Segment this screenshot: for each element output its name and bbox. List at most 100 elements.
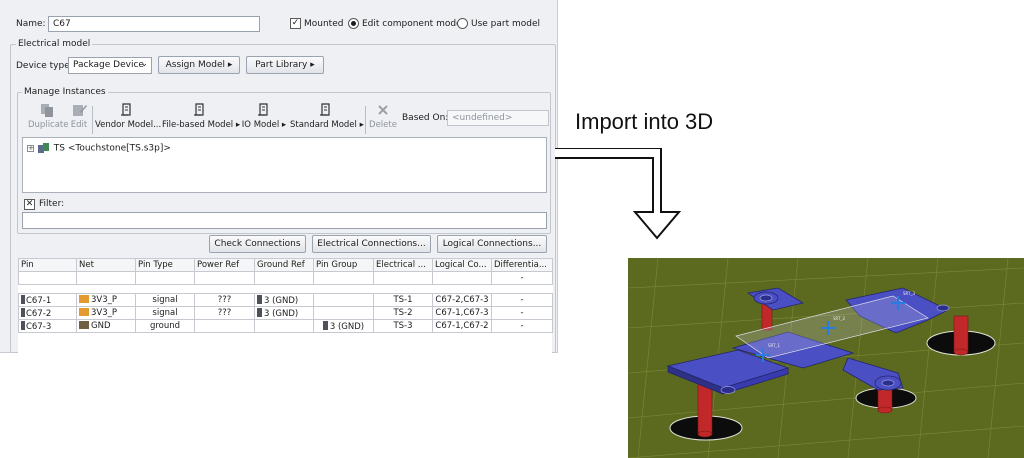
- table-row[interactable]: C67-2 3V3_P signal??? 3 (GND) TS-2 C67-1,C67-…: [18, 306, 553, 320]
- device-type-select[interactable]: Package Device ⌄: [68, 57, 152, 74]
- table-cell: C67-1,C67-3: [432, 306, 492, 320]
- table-cell: ground: [135, 319, 195, 333]
- cell-text: signal: [152, 295, 178, 305]
- cell-text: C67-3: [26, 321, 52, 332]
- filter-cell[interactable]: [313, 271, 374, 285]
- cell-text: 3 (GND): [329, 321, 365, 332]
- tree-item-ts[interactable]: + TS <Touchstone[TS.s3p]>: [27, 142, 171, 154]
- file-based-model-button[interactable]: File-based Model ▸: [162, 103, 241, 130]
- edit-icon: [73, 105, 87, 116]
- filter-cell[interactable]: [373, 271, 433, 285]
- model-file-icon: [320, 103, 330, 116]
- table-cell: ???: [194, 293, 255, 307]
- cell-text: ground: [149, 321, 181, 331]
- name-field[interactable]: C67: [48, 16, 260, 32]
- instance-tree: + TS <Touchstone[TS.s3p]>: [22, 137, 547, 193]
- table-cell: 3V3_P: [76, 293, 136, 307]
- filter-cell[interactable]: [76, 271, 136, 285]
- reference-pin-icon: [257, 307, 262, 317]
- expand-plus-icon[interactable]: +: [27, 144, 34, 152]
- filter-cell[interactable]: [135, 271, 195, 285]
- table-cell: signal: [135, 306, 195, 320]
- table-row[interactable]: C67-3 GND ground 3 (GND) TS-3 C67-1,C67-2 -: [18, 319, 553, 333]
- cell-text: C67-1: [26, 295, 52, 306]
- table-cell: -: [491, 306, 553, 320]
- check-connections-button[interactable]: Check Connections: [209, 235, 306, 253]
- edit-component-model-radio[interactable]: [348, 18, 359, 29]
- cell-text: ???: [217, 295, 232, 305]
- table-header-cell[interactable]: Pin Group: [313, 258, 374, 272]
- table-cell: TS-3: [373, 319, 433, 333]
- table-cell: C67-2: [18, 306, 77, 320]
- import-annotation: Import into 3D: [575, 109, 714, 134]
- vendor-model-button[interactable]: Vendor Model...: [95, 103, 161, 130]
- table-header-cell[interactable]: Electrical ...: [373, 258, 433, 272]
- net-icon: [79, 308, 89, 316]
- net-icon: [79, 295, 89, 303]
- filter-label: Filter:: [39, 199, 65, 209]
- filter-cell[interactable]: [254, 271, 314, 285]
- filter-cell[interactable]: [432, 271, 492, 285]
- name-label: Name:: [16, 19, 46, 29]
- reference-pin-icon: [257, 294, 262, 304]
- cell-text: C67-1,C67-3: [435, 308, 489, 318]
- delete-label: Delete: [369, 120, 397, 130]
- table-spacer-row: [18, 284, 553, 294]
- table-header-cell[interactable]: Logical Co...: [432, 258, 492, 272]
- assign-model-button[interactable]: Assign Model ▸: [158, 56, 240, 74]
- chevron-down-icon: ⌄: [140, 59, 148, 69]
- table-header-cell[interactable]: Pin: [18, 258, 77, 272]
- table-header-cell[interactable]: Pin Type: [135, 258, 195, 272]
- table-row[interactable]: C67-1 3V3_P signal??? 3 (GND) TS-1 C67-2,C67-…: [18, 293, 553, 307]
- table-header-cell[interactable]: Net: [76, 258, 136, 272]
- table-header-cell[interactable]: Ground Ref: [254, 258, 314, 272]
- cell-text: -: [520, 295, 524, 305]
- edit-button[interactable]: Edit: [68, 103, 90, 130]
- standard-model-button[interactable]: Standard Model ▸: [290, 103, 364, 130]
- delete-button[interactable]: Delete: [368, 103, 398, 130]
- net-icon: [79, 321, 89, 329]
- based-on-label: Based On:: [402, 113, 449, 123]
- clear-filter-x-icon[interactable]: ✕: [24, 199, 35, 210]
- pin-table: Pin Net Pin Type Power Ref Ground Ref Pin Gro…: [18, 258, 553, 333]
- table-cell: [194, 319, 255, 333]
- io-model-button[interactable]: IO Model ▸: [240, 103, 288, 130]
- pin-icon: [21, 320, 25, 330]
- table-cell: C67-1: [18, 293, 77, 307]
- 3d-model-render: SRT_1 SRT_2 SRT_3: [628, 258, 1024, 458]
- electrical-connections-button[interactable]: Electrical Connections...: [312, 235, 431, 253]
- spacer-cell: [18, 284, 553, 294]
- cell-text: TS-3: [393, 321, 413, 331]
- table-header-cell[interactable]: Power Ref: [194, 258, 255, 272]
- filter-cell[interactable]: [194, 271, 255, 285]
- model-file-icon: [194, 103, 204, 116]
- delete-x-icon: [378, 105, 388, 115]
- file-based-model-label: File-based Model ▸: [162, 120, 241, 130]
- port-label: SRT_3: [903, 291, 915, 296]
- cell-text: -: [520, 321, 524, 331]
- 3d-viewport[interactable]: SRT_1 SRT_2 SRT_3: [628, 258, 1024, 458]
- duplicate-button[interactable]: Duplicate: [28, 103, 69, 130]
- flow-arrow-icon: [555, 148, 682, 240]
- table-cell: TS-2: [373, 306, 433, 320]
- filter-input[interactable]: [22, 212, 547, 229]
- cell-text: 3 (GND): [264, 308, 299, 319]
- use-part-model-radio[interactable]: [457, 18, 468, 29]
- logical-connections-button[interactable]: Logical Connections...: [437, 235, 547, 253]
- cell-text: 3 (GND): [264, 295, 299, 306]
- model-file-icon: [258, 103, 268, 116]
- tree-item-label: TS <Touchstone[TS.s3p]>: [53, 143, 171, 154]
- table-header-cell[interactable]: Differentia...: [491, 258, 553, 272]
- table-cell: GND: [76, 319, 136, 333]
- table-cell: 3 (GND): [254, 293, 314, 307]
- reference-pin-icon: [322, 320, 328, 330]
- filter-cell[interactable]: [18, 271, 77, 285]
- based-on-field[interactable]: <undefined>: [447, 110, 549, 126]
- table-header-row: Pin Net Pin Type Power Ref Ground Ref Pin Gro…: [18, 258, 553, 272]
- model-file-icon: [121, 103, 131, 116]
- table-cell: 3 (GND): [313, 319, 374, 333]
- part-library-button[interactable]: Part Library ▸: [246, 56, 324, 74]
- mounted-checkbox[interactable]: ✓: [290, 18, 301, 29]
- filter-cell[interactable]: -: [491, 271, 553, 285]
- io-model-label: IO Model ▸: [241, 120, 287, 130]
